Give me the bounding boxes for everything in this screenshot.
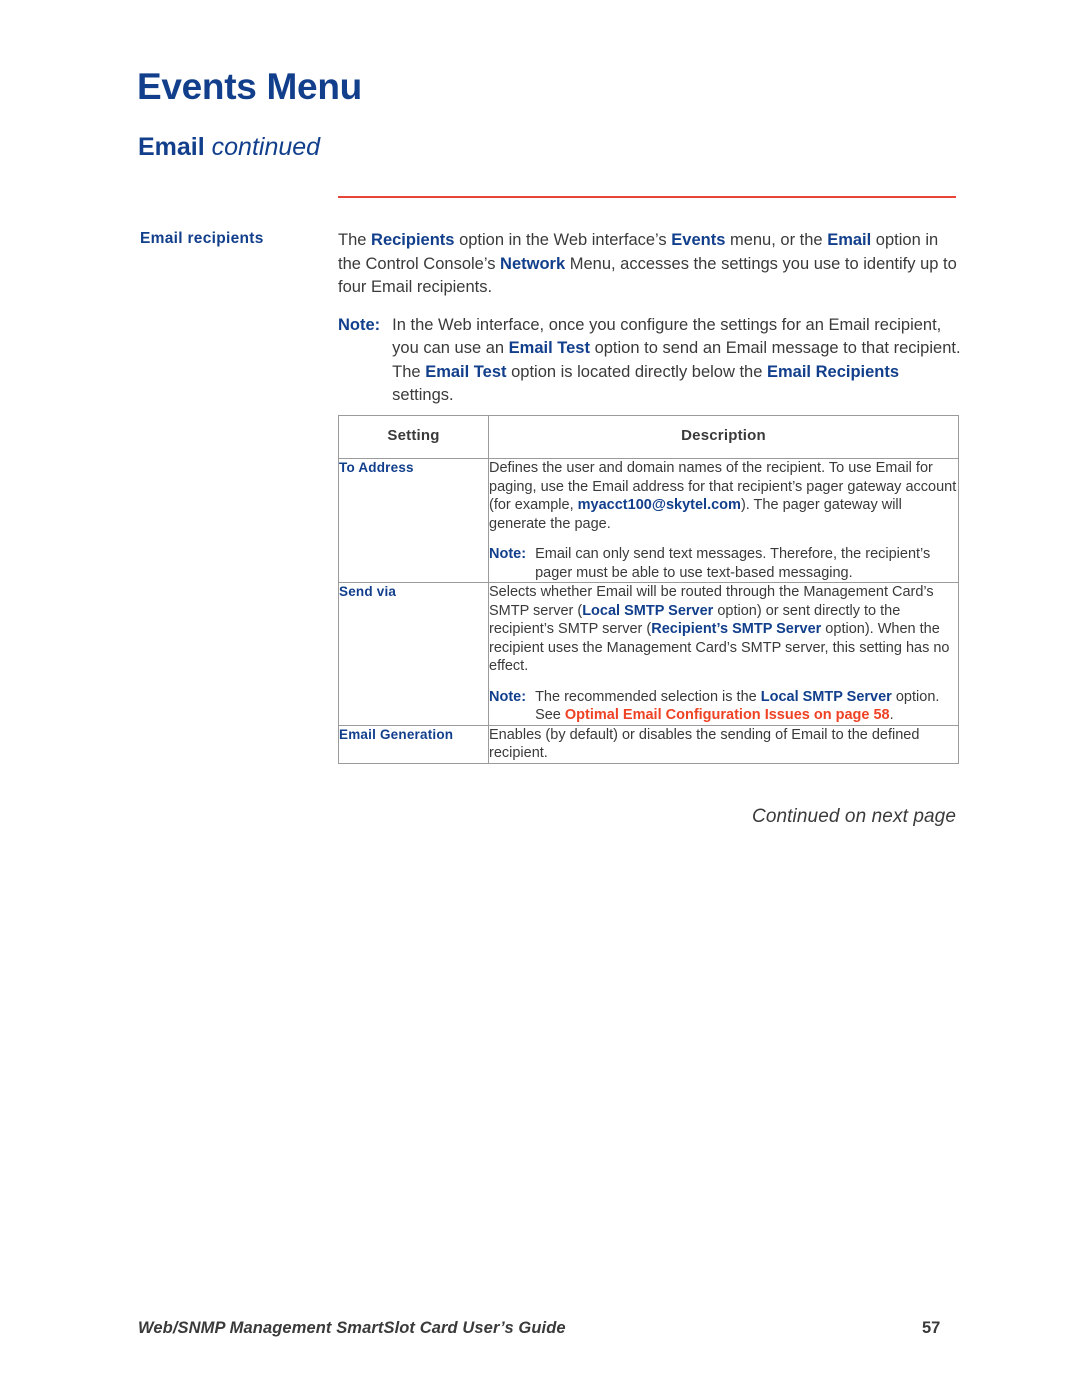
send-via-bold-recipient-smtp: Recipient’s SMTP Server <box>651 621 822 637</box>
row-setting-send-via: Send via <box>338 582 489 726</box>
table-header-description-label: Description <box>681 427 766 444</box>
note-part3: option is located directly below the <box>506 362 767 381</box>
to-address-note-text: Email can only send text messages. There… <box>535 546 931 581</box>
cross-reference-link[interactable]: Optimal Email Configuration Issues on pa… <box>565 707 890 723</box>
table-header-row: Setting Description <box>338 415 959 459</box>
table-row: Email Generation Enables (by default) or… <box>338 724 959 764</box>
horizontal-rule <box>338 196 956 198</box>
note-bold-email-test-1: Email Test <box>508 339 590 357</box>
intro-part2: option in the Web interface’s <box>454 231 672 249</box>
row-description-send-via: Selects whether Email will be routed thr… <box>488 582 959 726</box>
send-via-note: Note: The recommended selection is the L… <box>489 688 958 725</box>
table-header-setting: Setting <box>338 415 489 459</box>
table-header-description: Description <box>488 415 959 459</box>
send-via-note-bold-local-smtp: Local SMTP Server <box>760 688 892 705</box>
note-text: In the Web interface, once you configure… <box>392 314 962 408</box>
send-via-note-part1: The recommended selection is the <box>535 688 761 705</box>
note-bold-email-recipients: Email Recipients <box>767 362 900 381</box>
table-header-setting-label: Setting <box>387 427 440 444</box>
footer-title: Web/SNMP Management SmartSlot Card User’… <box>138 1319 566 1337</box>
chapter-title: Events Menu <box>137 66 362 107</box>
to-address-example-email: myacct100@skytel.com <box>577 497 741 513</box>
intro-paragraph: The Recipients option in the Web interfa… <box>338 229 962 300</box>
intro-bold-recipients: Recipients <box>371 231 455 249</box>
to-address-note-label: Note: <box>489 546 527 562</box>
note-bold-email-test-2: Email Test <box>425 362 507 381</box>
row-setting-email-generation: Email Generation <box>338 724 489 764</box>
send-via-note-text: The recommended selection is the Local S… <box>535 688 958 725</box>
table-row: To Address Defines the user and domain n… <box>338 458 959 583</box>
intro-bold-email: Email <box>827 231 872 249</box>
intro-bold-network: Network <box>500 254 566 273</box>
section-title-bold: Email <box>138 133 205 161</box>
section-title: Email continued <box>138 133 321 162</box>
to-address-note: Note: Email can only send text messages.… <box>489 545 958 582</box>
row-setting-to-address: To Address <box>338 458 489 583</box>
continued-on-next-page: Continued on next page <box>752 806 956 827</box>
footer-page-number: 57 <box>922 1319 941 1337</box>
send-via-note-part3: . <box>889 707 894 723</box>
note-part4: settings. <box>392 386 454 404</box>
side-label-email-recipients: Email recipients <box>140 230 264 247</box>
row-description-to-address: Defines the user and domain names of the… <box>488 458 959 583</box>
intro-part1: The <box>338 231 372 249</box>
intro-note: Note: In the Web interface, once you con… <box>338 314 962 408</box>
send-via-note-label: Note: <box>489 688 527 705</box>
send-via-bold-local-smtp: Local SMTP Server <box>582 602 714 619</box>
settings-table: Setting Description To Address Defines t… <box>338 415 959 764</box>
body-column: The Recipients option in the Web interfa… <box>338 229 962 408</box>
document-page: Events Menu Email continued Email recipi… <box>0 0 1080 1397</box>
intro-part3: menu, or the <box>725 231 828 249</box>
intro-bold-events: Events <box>671 231 726 249</box>
row-description-email-generation: Enables (by default) or disables the sen… <box>488 724 959 764</box>
table-row: Send via Selects whether Email will be r… <box>338 582 959 726</box>
section-title-italic: continued <box>211 133 321 161</box>
note-label: Note: <box>338 315 381 334</box>
